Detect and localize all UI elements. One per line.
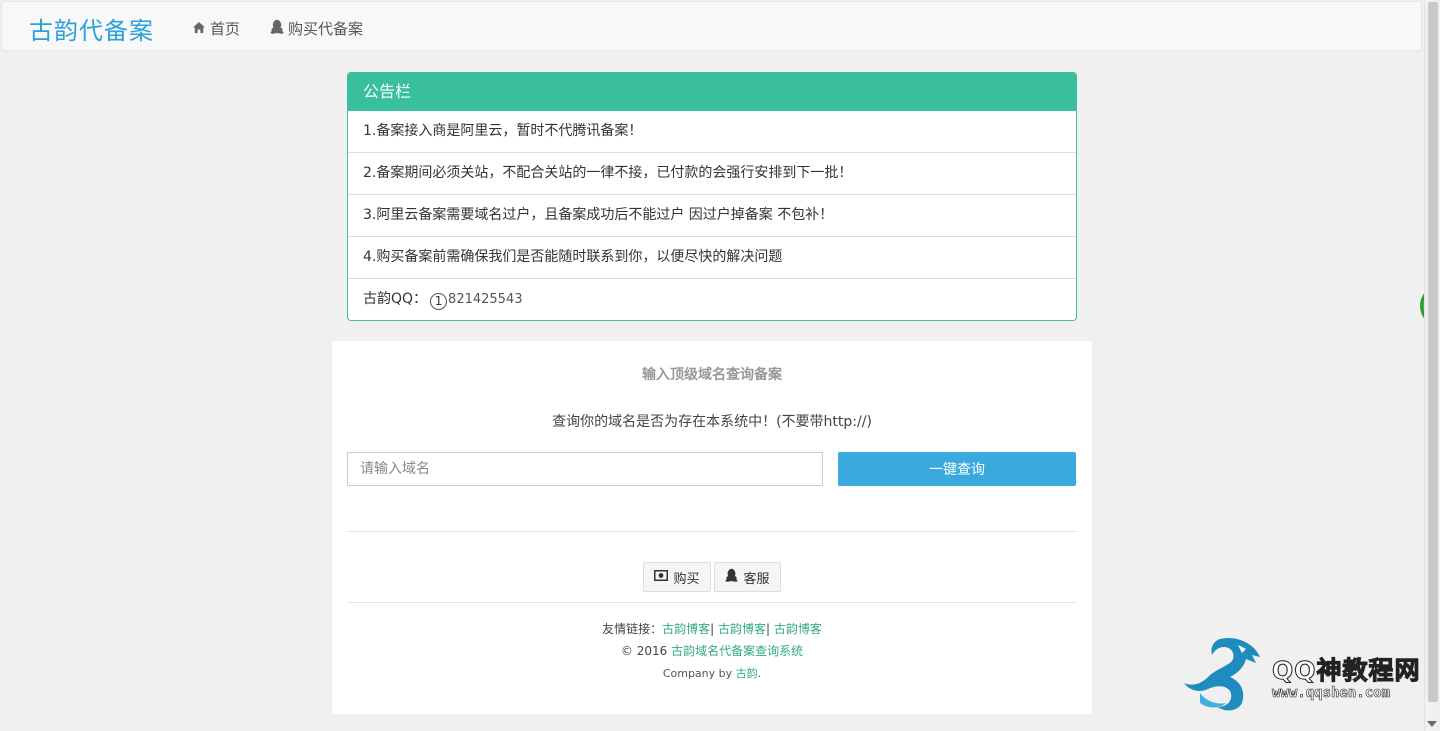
nav-buy-label: 购买代备案 (288, 20, 364, 38)
scrollbar-thumb[interactable] (1428, 2, 1438, 702)
company-link[interactable]: 古韵 (736, 667, 758, 680)
service-button[interactable]: 客服 (714, 562, 781, 592)
company-suffix: . (757, 667, 762, 680)
buy-button[interactable]: 购买 (643, 562, 711, 592)
friend-links-label: 友情链接： (602, 622, 663, 636)
divider (347, 602, 1077, 603)
copyright-link[interactable]: 古韵域名代备案查询系统 (671, 644, 803, 658)
friend-link[interactable]: 古韵博客 (718, 622, 766, 636)
nav-home[interactable]: 首页 (192, 18, 240, 39)
friend-link[interactable]: 古韵博客 (662, 622, 710, 636)
qq-circle-icon: 1 (430, 293, 448, 310)
notice-item: 2.备案期间必须关站，不配合关站的一律不接，已付款的会强行安排到下一批！ (348, 153, 1076, 195)
notice-qq-contact: 古韵QQ： 1 821425543 (348, 279, 1076, 320)
watermark-title: QQ神教程网 (1272, 656, 1421, 686)
watermark: QQ神教程网 www.qqshen.com (1180, 633, 1430, 713)
company-credit: Company by 古韵. (332, 665, 1092, 681)
nav-buy[interactable]: 购买代备案 (270, 18, 363, 39)
notice-item: 4.购买备案前需确保我们是否能随时联系到你，以便尽快的解决问题 (348, 237, 1076, 279)
navbar: 古韵代备案 首页 购买代备案 (1, 1, 1422, 51)
qq-penguin-icon (270, 19, 284, 38)
link-separator: | (766, 622, 771, 636)
qq-label: 古韵QQ： (363, 291, 428, 307)
notice-title: 公告栏 (348, 73, 1076, 111)
friend-link[interactable]: 古韵博客 (774, 622, 822, 636)
scroll-down-arrow-icon[interactable] (1427, 721, 1437, 727)
scrollbar[interactable] (1424, 0, 1440, 731)
money-icon (654, 569, 669, 585)
buy-button-label: 购买 (673, 571, 700, 587)
notice-panel: 公告栏 1.备案接入商是阿里云，暂时不代腾讯备案！ 2.备案期间必须关站，不配合… (347, 72, 1077, 321)
query-section: 输入顶级域名查询备案 查询你的域名是否为存在本系统中！(不要带http://) … (332, 341, 1092, 714)
service-button-label: 客服 (743, 571, 770, 587)
query-title: 输入顶级域名查询备案 (642, 367, 782, 383)
divider (347, 531, 1077, 532)
copyright-prefix: © 2016 (620, 644, 668, 658)
notice-item: 1.备案接入商是阿里云，暂时不代腾讯备案！ (348, 111, 1076, 153)
company-prefix: Company by (662, 667, 733, 680)
domain-input[interactable] (347, 452, 823, 486)
copyright: © 2016 古韵域名代备案查询系统 (332, 642, 1092, 659)
qq-penguin-icon (725, 568, 739, 586)
query-description: 查询你的域名是否为存在本系统中！(不要带http://) (552, 414, 872, 430)
qq-number: 821425543 (448, 292, 523, 307)
notice-item: 3.阿里云备案需要域名过户，且备案成功后不能过户 因过户掉备案 不包补！ (348, 195, 1076, 237)
link-separator: | (710, 622, 715, 636)
friend-links: 友情链接：古韵博客| 古韵博客| 古韵博客 (332, 620, 1092, 637)
query-button[interactable]: 一键查询 (838, 452, 1076, 486)
dragon-logo-icon (1184, 637, 1260, 711)
nav-home-label: 首页 (210, 20, 241, 38)
watermark-url: www.qqshen.com (1272, 685, 1391, 702)
home-icon (192, 20, 206, 38)
brand-logo[interactable]: 古韵代备案 (29, 11, 154, 46)
